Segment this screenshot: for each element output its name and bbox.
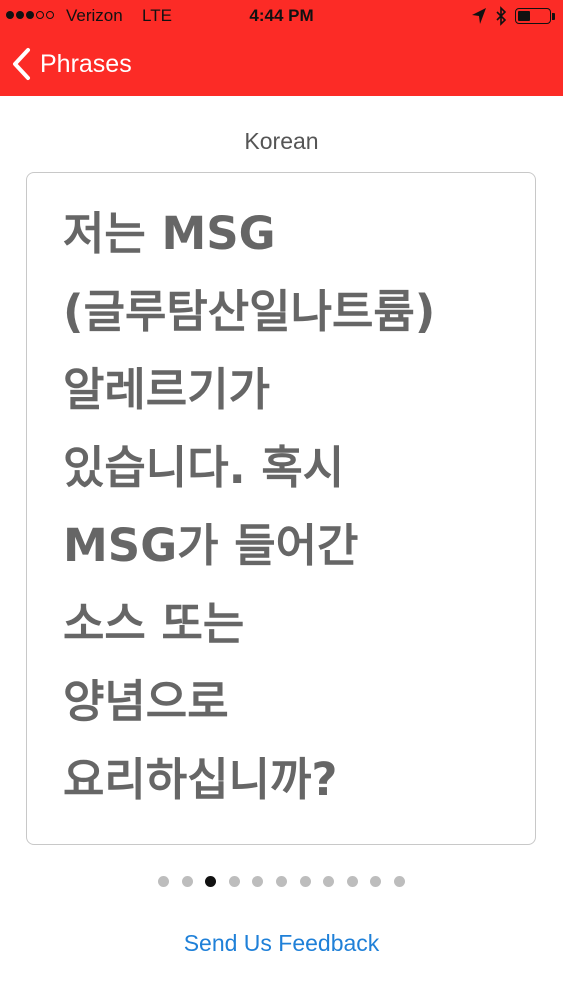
chevron-left-icon (13, 48, 30, 80)
app-header: Verizon LTE 4:44 PM Phrases (0, 0, 563, 96)
phrase-line: 소스 또는 (63, 597, 245, 650)
page-dot[interactable] (299, 876, 311, 887)
phrase-line: MSG가 들어간 (63, 519, 359, 572)
page-dot[interactable] (252, 876, 264, 887)
page-dot[interactable] (181, 876, 193, 887)
location-arrow-icon (472, 8, 486, 24)
battery-icon (515, 8, 551, 24)
page-dot[interactable] (346, 876, 358, 887)
back-button-label: Phrases (40, 49, 132, 78)
page-dot[interactable] (158, 876, 170, 887)
status-bar: Verizon LTE 4:44 PM (0, 0, 563, 32)
status-icons (471, 6, 555, 26)
page-dot[interactable] (393, 876, 405, 887)
phrase-card[interactable]: 저는 MSG (글루탐산일나트륨) 알레르기가 있습니다. 혹시 MSG가 들어… (26, 172, 536, 845)
page-dot-active[interactable] (205, 876, 217, 887)
page-dot[interactable] (228, 876, 240, 887)
language-label: Korean (244, 128, 319, 154)
page-indicator[interactable] (0, 876, 563, 887)
page-dot[interactable] (370, 876, 382, 887)
back-button[interactable]: Phrases (10, 46, 132, 82)
phrase-line: 양념으로 (63, 675, 229, 728)
send-feedback-link[interactable]: Send Us Feedback (0, 930, 563, 957)
bluetooth-icon (496, 6, 507, 26)
navigation-bar: Phrases (0, 32, 563, 96)
battery-tip (552, 12, 555, 20)
phrase-line: 있습니다. 혹시 (63, 441, 345, 494)
phrase-line: (글루탐산일나트륨) (63, 285, 436, 338)
phrase-line: 알레르기가 (63, 363, 271, 416)
battery-level (518, 11, 530, 21)
page-dot[interactable] (323, 876, 335, 887)
phrase-line: 요리하십니까? (63, 753, 338, 806)
phrase-screen: Verizon LTE 4:44 PM Phrases Korean 저는 MS… (0, 0, 563, 1000)
phrase-text: 저는 MSG (글루탐산일나트륨) 알레르기가 있습니다. 혹시 MSG가 들어… (63, 195, 515, 819)
phrase-line: 저는 MSG (63, 207, 276, 260)
page-dot[interactable] (276, 876, 287, 887)
